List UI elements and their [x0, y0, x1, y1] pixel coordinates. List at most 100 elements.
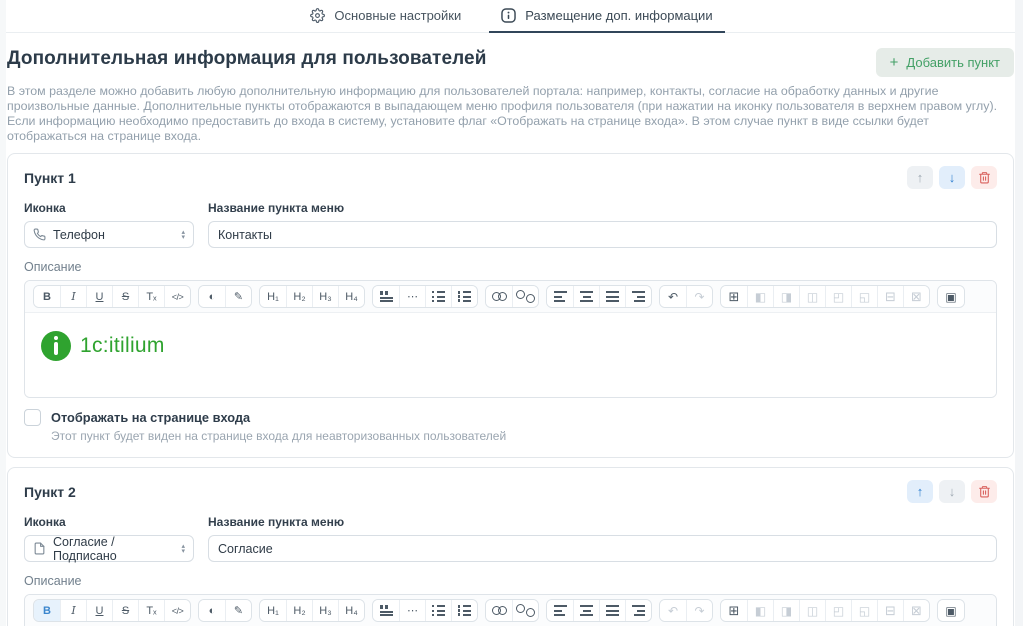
toolbar-align-right-button[interactable]	[625, 286, 651, 307]
arrow-up-icon: ↑	[917, 170, 924, 185]
toolbar-italic-button[interactable]	[60, 600, 86, 621]
delete-item-button[interactable]	[971, 166, 997, 189]
toolbar-align-justify-button[interactable]	[599, 286, 625, 307]
editor-content[interactable]: 1c:itilium	[25, 313, 996, 397]
toolbar-text-color-button[interactable]	[199, 600, 225, 621]
move-down-button[interactable]: ↓	[939, 480, 965, 503]
description-label: Описание	[24, 260, 997, 274]
toolbar-highlight-button[interactable]	[225, 600, 251, 621]
move-up-button[interactable]: ↑	[907, 166, 933, 189]
toolbar-h1-button[interactable]	[260, 600, 286, 621]
toolbar-bullet-list-button[interactable]	[425, 286, 451, 307]
toolbar-align-left-button[interactable]	[547, 600, 573, 621]
toolbar-table-button[interactable]	[721, 600, 747, 621]
tab-main-settings[interactable]: Основные настройки	[298, 1, 473, 33]
toolbar-bold-button[interactable]	[34, 286, 60, 307]
toolbar-unlink-button[interactable]	[512, 600, 538, 621]
toolbar-h2-button[interactable]	[286, 286, 312, 307]
panel-title: Пункт 2	[24, 484, 76, 500]
toolbar-table-delete-button[interactable]	[903, 600, 929, 621]
toolbar-col-delete-button[interactable]	[799, 286, 825, 307]
toolbar-link-button[interactable]	[486, 600, 512, 621]
toolbar-align-justify-button[interactable]	[599, 600, 625, 621]
tab-label: Размещение доп. информации	[525, 8, 712, 23]
plus-icon: +	[890, 55, 899, 70]
toolbar-redo-button[interactable]	[686, 600, 712, 621]
toolbar-row-insert-above-button[interactable]	[825, 286, 851, 307]
toolbar-row-delete-button[interactable]	[877, 286, 903, 307]
toolbar-text-color-button[interactable]	[199, 286, 225, 307]
toolbar-align-center-button[interactable]	[573, 286, 599, 307]
toolbar-col-insert-right-button[interactable]	[773, 286, 799, 307]
tab-bar: Основные настройки Размещение доп. инфор…	[0, 0, 1023, 33]
toolbar-col-insert-right-button[interactable]	[773, 600, 799, 621]
toolbar-strike-button[interactable]	[112, 600, 138, 621]
toolbar-h4-button[interactable]	[338, 600, 364, 621]
rich-text-editor: Перечень персональных данных, на обработ…	[24, 594, 997, 626]
move-up-button[interactable]: ↑	[907, 480, 933, 503]
show-on-login-checkbox[interactable]	[24, 409, 41, 426]
toolbar-redo-button[interactable]	[686, 286, 712, 307]
toolbar-link-button[interactable]	[486, 286, 512, 307]
toolbar-align-left-button[interactable]	[547, 286, 573, 307]
icon-select[interactable]: Телефон ▴▾	[24, 221, 194, 248]
toolbar-ordered-list-button[interactable]	[451, 286, 477, 307]
toolbar-col-insert-left-button[interactable]	[747, 600, 773, 621]
toolbar-col-insert-left-button[interactable]	[747, 286, 773, 307]
move-down-button[interactable]: ↓	[939, 166, 965, 189]
toolbar-blockquote-button[interactable]	[373, 286, 399, 307]
delete-item-button[interactable]	[971, 480, 997, 503]
phone-icon	[33, 228, 46, 241]
toolbar-highlight-button[interactable]	[225, 286, 251, 307]
trash-icon	[978, 485, 991, 498]
toolbar-table-button[interactable]	[721, 286, 747, 307]
menu-item-name-input[interactable]	[208, 535, 997, 562]
toolbar-clear-format-button[interactable]	[138, 600, 164, 621]
toolbar-hr-button[interactable]	[399, 286, 425, 307]
arrow-down-icon: ↓	[949, 170, 956, 185]
info-icon	[501, 8, 516, 23]
toolbar-blockquote-button[interactable]	[373, 600, 399, 621]
name-field-label: Название пункта меню	[208, 515, 997, 529]
add-item-button[interactable]: + Добавить пункт	[876, 48, 1014, 77]
toolbar-image-button[interactable]	[938, 600, 964, 621]
toolbar-row-insert-below-button[interactable]	[851, 286, 877, 307]
toolbar-h3-button[interactable]	[312, 600, 338, 621]
toolbar-align-right-button[interactable]	[625, 600, 651, 621]
toolbar-code-button[interactable]	[164, 286, 190, 307]
toolbar-row-delete-button[interactable]	[877, 600, 903, 621]
toolbar-undo-button[interactable]	[660, 286, 686, 307]
show-on-login-label: Отображать на странице входа	[51, 410, 250, 425]
toolbar-hr-button[interactable]	[399, 600, 425, 621]
toolbar-image-button[interactable]	[938, 286, 964, 307]
toolbar-clear-format-button[interactable]	[138, 286, 164, 307]
toolbar-h3-button[interactable]	[312, 286, 338, 307]
toolbar-underline-button[interactable]	[86, 600, 112, 621]
toolbar-italic-button[interactable]	[60, 286, 86, 307]
toolbar-row-insert-above-button[interactable]	[825, 600, 851, 621]
page-left-gutter	[0, 0, 6, 626]
icon-select[interactable]: Согласие / Подписано ▴▾	[24, 535, 194, 562]
menu-item-name-input[interactable]	[208, 221, 997, 248]
toolbar-align-center-button[interactable]	[573, 600, 599, 621]
toolbar-table-delete-button[interactable]	[903, 286, 929, 307]
arrow-up-icon: ↑	[917, 484, 924, 499]
toolbar-bullet-list-button[interactable]	[425, 600, 451, 621]
toolbar-undo-button[interactable]	[660, 600, 686, 621]
toolbar-col-delete-button[interactable]	[799, 600, 825, 621]
toolbar-row-insert-below-button[interactable]	[851, 600, 877, 621]
editor-toolbar	[25, 595, 996, 626]
toolbar-bold-button[interactable]	[34, 600, 60, 621]
itilium-logo-text: 1c:itilium	[80, 334, 165, 358]
toolbar-h4-button[interactable]	[338, 286, 364, 307]
toolbar-h1-button[interactable]	[260, 286, 286, 307]
toolbar-code-button[interactable]	[164, 600, 190, 621]
scrollbar-track[interactable]	[1015, 0, 1023, 626]
toolbar-h2-button[interactable]	[286, 600, 312, 621]
toolbar-unlink-button[interactable]	[512, 286, 538, 307]
name-field-label: Название пункта меню	[208, 201, 997, 215]
toolbar-ordered-list-button[interactable]	[451, 600, 477, 621]
toolbar-underline-button[interactable]	[86, 286, 112, 307]
tab-additional-info[interactable]: Размещение доп. информации	[489, 1, 724, 33]
toolbar-strike-button[interactable]	[112, 286, 138, 307]
